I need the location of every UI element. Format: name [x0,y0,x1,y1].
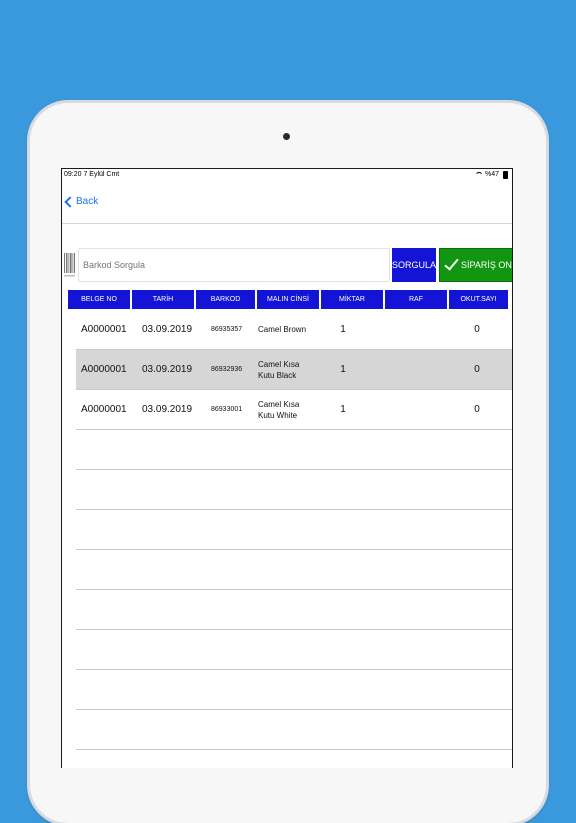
cell-okut-sayi [471,510,483,549]
query-button[interactable]: SORGULA [392,248,436,282]
cell-barkod: 86932936 [211,366,243,373]
cell-malin-cinsi [258,430,318,469]
cell-miktar [336,550,350,589]
cell-okut-sayi: 0 [474,404,480,415]
header-barkod: BARKOD [196,290,255,309]
status-time-date: 09:20 7 Eylül Cmt [64,171,120,178]
cell-miktar [336,750,350,768]
header-raf: RAF [385,290,447,309]
cell-okut-sayi [471,670,483,709]
cell-miktar [336,430,350,469]
query-button-label: SORGULA [392,260,437,270]
cell-malin-cinsi [258,750,318,768]
cell-miktar: 1 [340,324,346,335]
table-row[interactable] [76,630,512,670]
cell-malin-cinsi: Camel Brown [258,325,307,334]
cell-barkod: 86933001 [211,406,243,413]
cell-malin-cinsi: Camel Kısa Kutu White [258,399,300,420]
checkmark-icon [444,255,459,271]
cell-miktar [336,670,350,709]
status-bar: 09:20 7 Eylül Cmt %47 [62,169,512,181]
table-row[interactable] [76,470,512,510]
table-row[interactable]: A0000001 03.09.2019 86932936 Camel Kısa Kut… [76,350,512,390]
approve-order-label: SİPARİŞ ONAYLA [461,260,512,270]
cell-malin-cinsi [258,670,318,709]
table-row[interactable] [76,510,512,550]
table-row[interactable]: A0000001 03.09.2019 86933001 Camel Kısa Kut… [76,390,512,430]
chevron-left-icon [64,195,76,208]
cell-okut-sayi [471,470,483,509]
header-belge-no: BELGE NO [68,290,130,309]
cell-okut-sayi [471,550,483,589]
barcode-search-input[interactable] [78,248,390,282]
table-row[interactable]: A0000001 03.09.2019 86935357 Camel Brown 1 0 [76,310,512,350]
back-button[interactable]: Back [64,195,99,208]
table-body: A0000001 03.09.2019 86935357 Camel Brown 1 0 A… [76,310,512,768]
table-row[interactable] [76,430,512,470]
cell-okut-sayi [471,750,483,768]
battery-percent: %47 [484,171,499,178]
cell-tarih: 03.09.2019 [142,364,193,375]
cell-miktar: 1 [340,404,346,415]
cell-miktar [336,590,350,629]
order-table: BELGE NO TARİH BARKOD MALIN CİNSİ MİKTAR… [68,290,512,750]
header-miktar: MİKTAR [321,290,383,309]
cell-okut-sayi [471,590,483,629]
cell-miktar [336,510,350,549]
cell-tarih: 03.09.2019 [142,404,193,415]
cell-belge-no: A0000001 [81,324,127,335]
table-row[interactable] [76,710,512,750]
header-okut-sayi: OKUT.SAYI [449,290,508,309]
cell-malin-cinsi [258,710,318,749]
barcode-icon[interactable] [64,253,75,278]
table-header: BELGE NO TARİH BARKOD MALIN CİNSİ MİKTAR… [68,290,512,309]
cell-malin-cinsi: Camel Kısa Kutu Black [258,359,300,380]
wifi-icon [474,172,483,178]
header-tarih: TARİH [132,290,194,309]
cell-malin-cinsi [258,630,318,669]
cell-miktar [336,630,350,669]
status-right: %47 [474,169,508,181]
cell-okut-sayi [471,430,483,469]
cell-tarih: 03.09.2019 [142,324,193,335]
app-screen: 09:20 7 Eylül Cmt %47 Back SORGULA [61,168,513,768]
cell-belge-no: A0000001 [81,364,127,375]
cell-miktar [336,710,350,749]
cell-okut-sayi [471,630,483,669]
cell-okut-sayi [471,710,483,749]
cell-okut-sayi: 0 [474,364,480,375]
cell-malin-cinsi [258,510,318,549]
search-row: SORGULA SİPARİŞ ONAYLA [62,248,512,284]
table-row[interactable] [76,670,512,710]
cell-okut-sayi: 0 [474,324,480,335]
cell-malin-cinsi [258,550,318,589]
nav-bar: Back [62,187,512,224]
table-row[interactable] [76,750,512,768]
cell-belge-no: A0000001 [81,404,127,415]
battery-icon [503,171,508,179]
cell-barkod: 86935357 [211,326,243,333]
back-label: Back [76,196,99,207]
camera-dot [283,133,290,140]
cell-malin-cinsi [258,470,318,509]
cell-miktar: 1 [340,364,346,375]
header-malin-cinsi: MALIN CİNSİ [257,290,319,309]
cell-malin-cinsi [258,590,318,629]
approve-order-button[interactable]: SİPARİŞ ONAYLA [439,248,512,282]
table-row[interactable] [76,590,512,630]
cell-miktar [336,470,350,509]
table-row[interactable] [76,550,512,590]
